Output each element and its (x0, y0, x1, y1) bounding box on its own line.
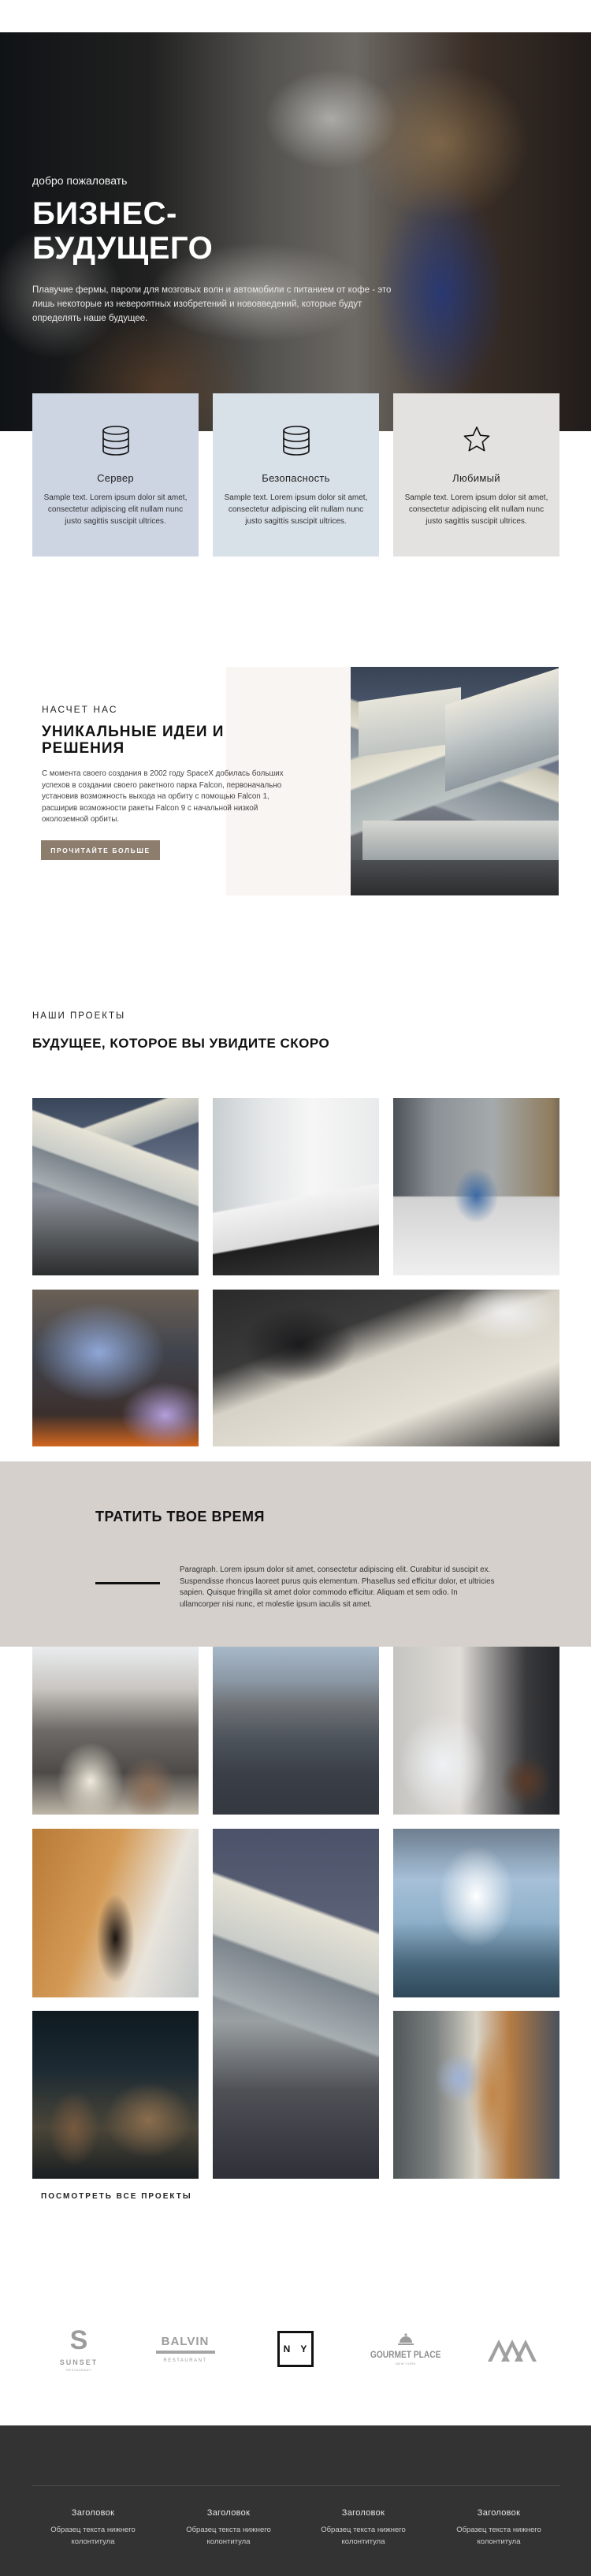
feature-card-title: Сервер (97, 472, 134, 484)
feature-card-title: Любимый (452, 472, 500, 484)
feature-card-text: Sample text. Lorem ipsum dolor sit amet,… (224, 493, 368, 526)
spend-time-text: Paragraph. Lorem ipsum dolor sit amet, c… (180, 1565, 495, 1609)
feature-card-server: Сервер Sample text. Lorem ipsum dolor si… (32, 393, 199, 557)
hero-title-text: БИЗНЕС-БУДУЩЕГО (32, 196, 214, 266)
footer-column: Заголовок Образец текста нижнего колонти… (34, 2508, 152, 2548)
gallery-image-man-blue-shirt[interactable] (32, 1290, 199, 1446)
gallery-image-laptops-desk[interactable] (213, 1290, 559, 1446)
gourmet-sub: NEW YORK (396, 2361, 416, 2366)
mountain-logo-icon (488, 2340, 537, 2362)
footer-heading: Заголовок (341, 2508, 385, 2518)
logo-ny: N Y (268, 2317, 323, 2381)
feature-card-text: Sample text. Lorem ipsum dolor sit amet,… (43, 493, 188, 526)
spend-time-section: ТРАТИТЬ ТВОЕ ВРЕМЯ Paragraph. Lorem ipsu… (0, 1461, 591, 1647)
balvin-name: BALVIN (161, 2335, 210, 2348)
logo-balvin: BALVIN RESTAURANT (150, 2317, 221, 2381)
database-icon (102, 426, 129, 456)
spend-time-title: ТРАТИТЬ ТВОЕ ВРЕМЯ (95, 1509, 265, 1524)
gallery-image-night-building[interactable] (32, 2011, 199, 2179)
hero-content: добро пожаловать БИЗНЕС-БУДУЩЕГО Плавучи… (32, 174, 442, 326)
footer-heading: Заголовок (71, 2508, 115, 2518)
gallery-image-business-newspaper[interactable] (393, 1647, 559, 1815)
ny-box: N Y (277, 2331, 314, 2367)
feature-card-favorite: Любимый Sample text. Lorem ipsum dolor s… (393, 393, 559, 557)
sunset-sub: RESTAURANT (66, 2367, 91, 2372)
hero-title: БИЗНЕС-БУДУЩЕГО (32, 196, 442, 266)
star-icon (463, 426, 489, 452)
footer-divider (32, 2485, 559, 2486)
view-all-projects-link[interactable]: ПОСМОТРЕТЬ ВСЕ ПРОЕКТЫ (41, 2192, 192, 2201)
sunset-letter: S (69, 2325, 88, 2355)
footer-column: Заголовок Образец текста нижнего колонти… (169, 2508, 288, 2548)
projects-kicker: НАШИ ПРОЕКТЫ (32, 1011, 126, 1021)
gallery-image-man-laptop-whiteboard[interactable] (393, 1098, 559, 1275)
hero-description: Плавучие фермы, пароли для мозговых волн… (32, 285, 392, 323)
logo-mountain (481, 2317, 544, 2381)
balvin-bar (155, 2351, 215, 2354)
footer-text: Образец текста нижнего колонтитула (321, 2526, 406, 2546)
feature-card-title: Безопасность (262, 472, 330, 484)
logo-gourmet-place: GOURMET PLACE NEW YORK (370, 2317, 441, 2381)
balvin-sub: RESTAURANT (163, 2358, 207, 2363)
footer-heading: Заголовок (206, 2508, 251, 2518)
cloche-icon (398, 2332, 414, 2345)
footer-column: Заголовок Образец текста нижнего колонти… (304, 2508, 422, 2548)
gourmet-name: GOURMET PLACE (370, 2348, 441, 2360)
about-kicker: НАСЧЕТ НАС (42, 704, 118, 715)
gallery-image-conference-room[interactable] (213, 1098, 379, 1275)
gallery-image-skyscrapers[interactable] (393, 1829, 559, 1997)
projects-title: БУДУЩЕЕ, КОТОРОЕ ВЫ УВИДИТЕ СКОРО (32, 1036, 330, 1051)
footer-heading: Заголовок (477, 2508, 521, 2518)
hero-section: добро пожаловать БИЗНЕС-БУДУЩЕГО Плавучи… (0, 32, 591, 431)
divider-line (95, 1582, 160, 1584)
sunset-name: SUNSET (59, 2358, 98, 2366)
gallery-image-conference-audience[interactable] (32, 1647, 199, 1815)
feature-card-security: Безопасность Sample text. Lorem ipsum do… (213, 393, 379, 557)
gallery-image-man-staircase[interactable] (32, 1829, 199, 1997)
read-more-button[interactable]: ПРОЧИТАЙТЕ БОЛЬШЕ (41, 840, 160, 860)
gallery-image-building-tall[interactable] (213, 1829, 379, 2179)
footer-column: Заголовок Образец текста нижнего колонти… (440, 2508, 558, 2548)
footer: Заголовок Образец текста нижнего колонти… (0, 2425, 591, 2576)
database-icon (282, 426, 310, 456)
footer-text: Образец текста нижнего колонтитула (456, 2526, 541, 2546)
footer-text: Образец текста нижнего колонтитула (186, 2526, 271, 2546)
about-title: УНИКАЛЬНЫЕ ИДЕИ И РЕШЕНИЯ (42, 724, 225, 757)
gallery-image-building[interactable] (32, 1098, 199, 1275)
logo-sunset: S SUNSET RESTAURANT (47, 2317, 110, 2381)
about-building-image (351, 667, 559, 895)
gallery-image-team-meeting[interactable] (393, 2011, 559, 2179)
footer-text: Образец текста нижнего колонтитула (50, 2526, 136, 2546)
about-text: С момента своего создания в 2002 году Sp… (42, 769, 284, 824)
feature-card-text: Sample text. Lorem ipsum dolor sit amet,… (404, 493, 548, 526)
gallery-image-city-aerial[interactable] (213, 1647, 379, 1815)
hero-kicker: добро пожаловать (32, 174, 128, 187)
